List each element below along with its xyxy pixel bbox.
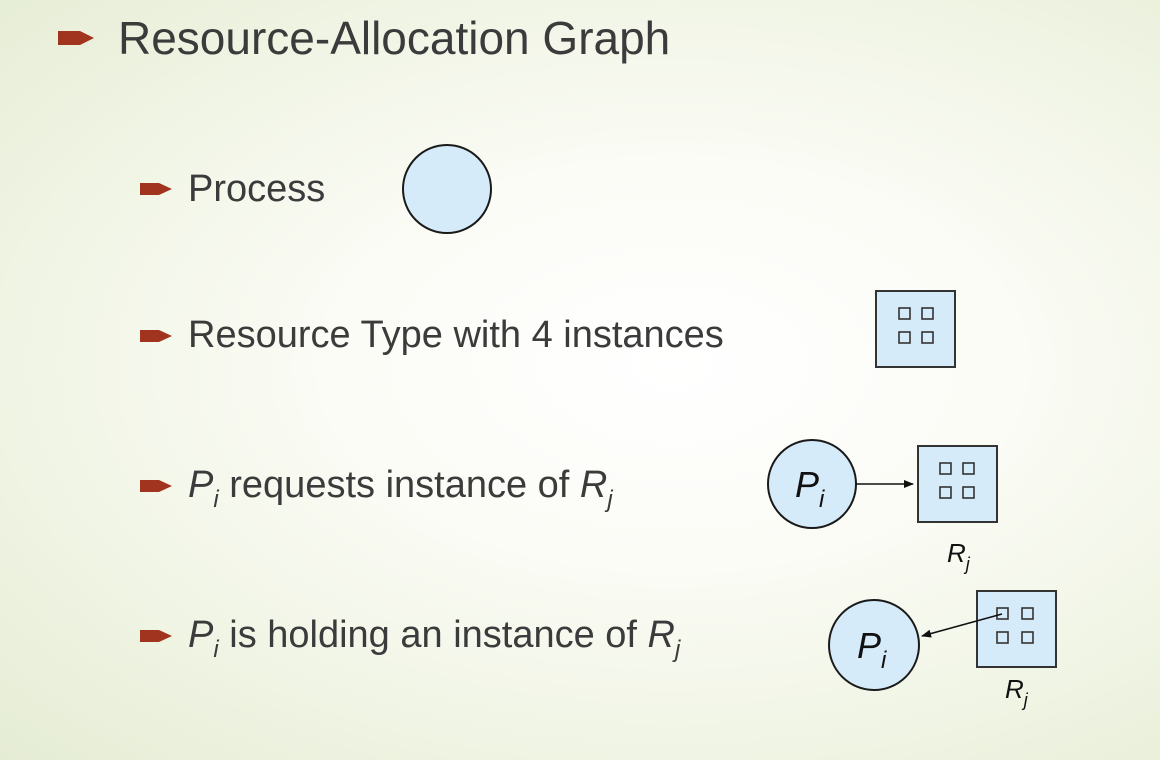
- request-resource-label: Rj: [947, 538, 971, 574]
- request-resource-node: [917, 445, 998, 523]
- process-node: [402, 144, 492, 234]
- holding-resource-node: [976, 590, 1057, 668]
- allocation-diagrams: Pi Rj Pi Rj: [402, 144, 1057, 710]
- holding-diagram: Pi Rj: [828, 590, 1057, 710]
- request-diagram: Pi Rj: [767, 439, 998, 574]
- holding-resource-label: Rj: [1005, 674, 1029, 710]
- slide: Resource-Allocation Graph Process Resour…: [0, 0, 1160, 760]
- resource-node: [875, 290, 956, 368]
